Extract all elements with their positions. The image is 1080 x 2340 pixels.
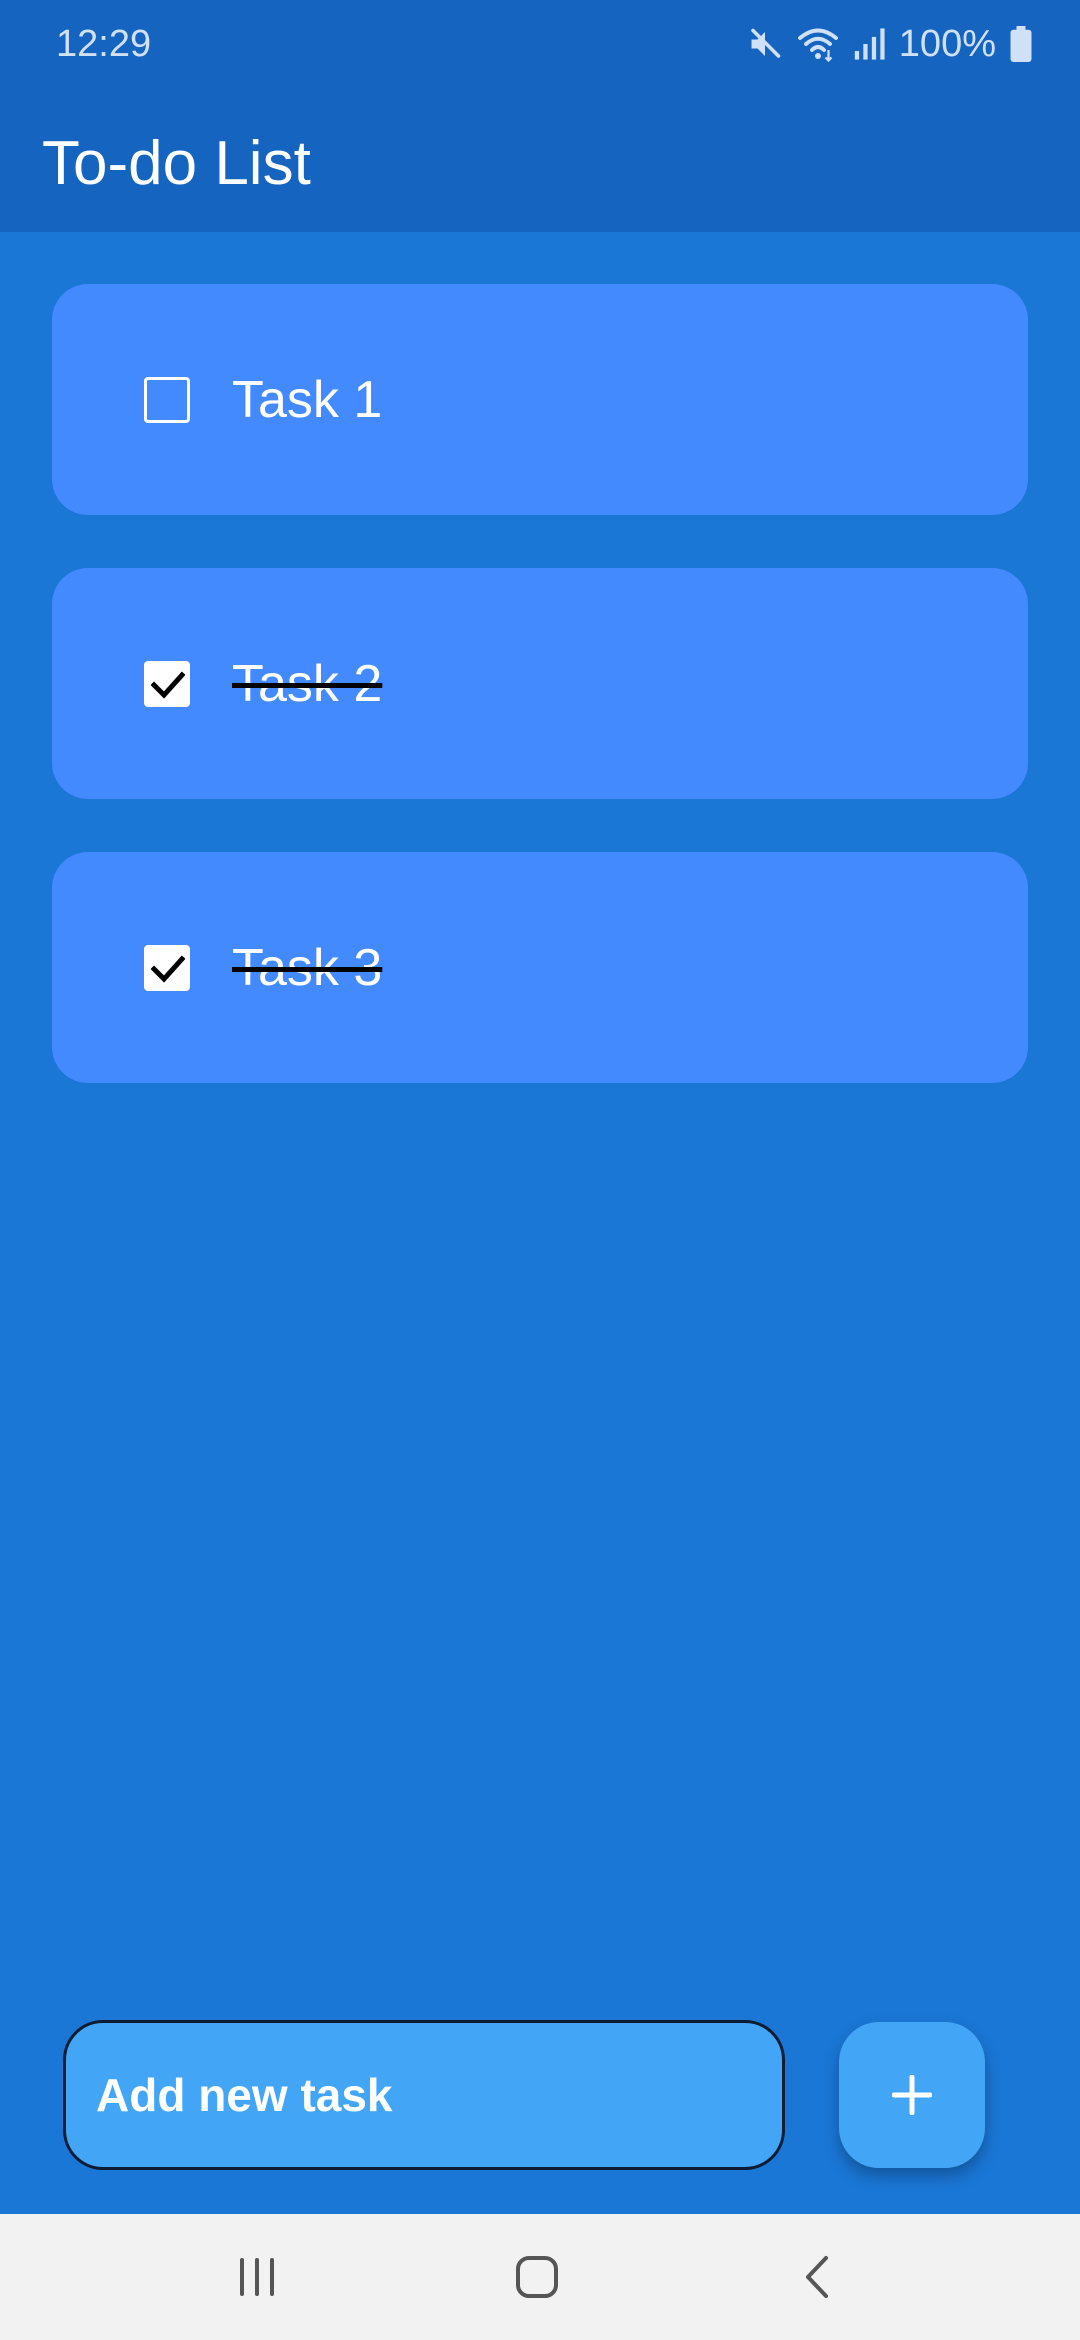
- task-item[interactable]: Task 1: [52, 284, 1028, 515]
- home-icon: [516, 2256, 558, 2298]
- page-title: To-do List: [42, 129, 311, 198]
- battery-percentage: 100%: [898, 23, 996, 65]
- mute-icon: [747, 26, 783, 62]
- check-icon: [151, 671, 185, 699]
- task-label: Task 2: [232, 655, 383, 713]
- recents-button[interactable]: [212, 2234, 302, 2320]
- task-list: Task 1 Task 2 Task 3: [52, 284, 1028, 1136]
- recents-icon: [240, 2258, 274, 2296]
- navigation-bar: [0, 2214, 1080, 2340]
- signal-icon: [853, 27, 885, 61]
- status-time: 12:29: [56, 23, 152, 65]
- task-label: Task 1: [232, 371, 383, 429]
- task-item[interactable]: Task 3: [52, 852, 1028, 1083]
- new-task-input[interactable]: [63, 2020, 785, 2170]
- status-bar: 12:29 100%: [0, 0, 1080, 88]
- status-icons: 100%: [747, 18, 1032, 70]
- back-button[interactable]: [774, 2234, 864, 2320]
- task-checkbox[interactable]: [144, 377, 190, 423]
- home-button[interactable]: [492, 2234, 582, 2320]
- back-icon: [806, 2256, 828, 2298]
- task-checkbox[interactable]: [144, 661, 190, 707]
- add-task-button[interactable]: [839, 2022, 985, 2168]
- check-icon: [151, 955, 185, 983]
- task-label: Task 3: [232, 939, 383, 997]
- plus-icon: [892, 2075, 932, 2115]
- app-bar: To-do List: [0, 88, 1080, 232]
- battery-icon: [1010, 26, 1032, 62]
- task-item[interactable]: Task 2: [52, 568, 1028, 799]
- task-checkbox[interactable]: [144, 945, 190, 991]
- wifi-icon: [797, 26, 839, 62]
